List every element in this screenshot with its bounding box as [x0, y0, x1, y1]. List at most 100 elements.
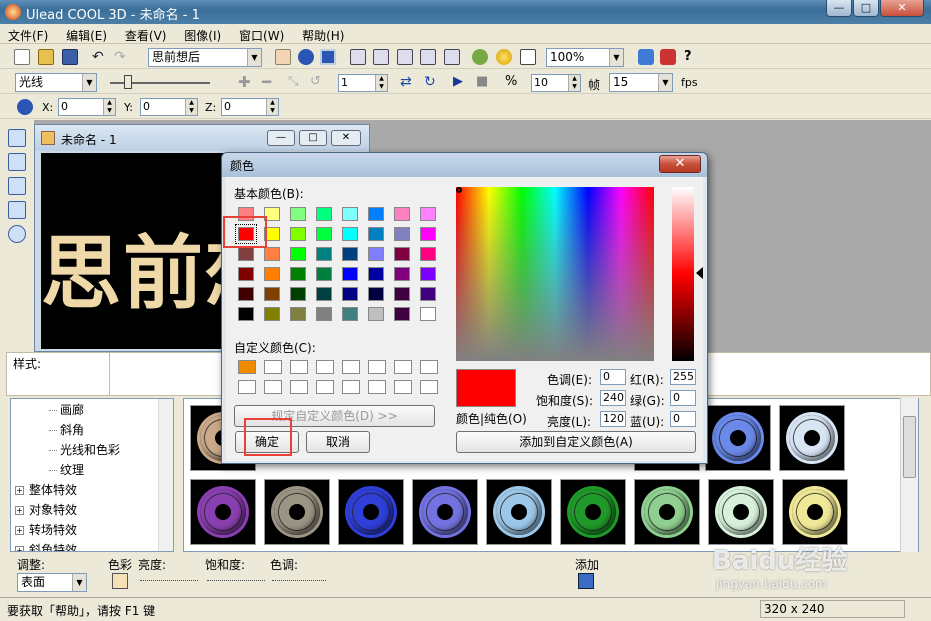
basic-color-swatch[interactable] — [290, 307, 306, 321]
basic-color-swatch[interactable] — [394, 267, 410, 281]
basic-color-swatch[interactable] — [316, 247, 332, 261]
basic-color-swatch[interactable] — [342, 227, 358, 241]
tree-expand-icon[interactable]: + — [15, 546, 24, 551]
basic-color-swatch[interactable] — [420, 207, 436, 221]
basic-color-swatch[interactable] — [238, 307, 254, 321]
custom-color-swatch[interactable] — [316, 360, 334, 374]
custom-color-swatch[interactable] — [264, 380, 282, 394]
quality-icon[interactable] — [520, 49, 536, 65]
tree-item[interactable]: + 整体特效 — [15, 481, 77, 498]
gear-preset-thumbnail[interactable] — [634, 479, 700, 545]
gear-preset-thumbnail[interactable] — [782, 479, 848, 545]
help-pointer-icon[interactable]: ? — [684, 49, 700, 65]
basic-color-swatch[interactable] — [238, 267, 254, 281]
custom-color-swatch[interactable] — [394, 380, 412, 394]
luminance-bar[interactable] — [672, 187, 694, 361]
menu-view[interactable]: 查看(V) — [117, 24, 173, 44]
undo-icon[interactable]: ↶ — [92, 49, 108, 65]
reverse-icon[interactable]: ↺ — [310, 74, 326, 90]
custom-color-swatch[interactable] — [368, 360, 386, 374]
saturation-field[interactable]: 240 — [600, 390, 626, 406]
basic-color-swatch[interactable] — [394, 307, 410, 321]
menu-file[interactable]: 文件(F) — [0, 24, 54, 44]
view-back-icon[interactable] — [373, 49, 389, 65]
basic-color-swatch[interactable] — [316, 227, 332, 241]
hue-field[interactable]: 0 — [600, 369, 626, 385]
custom-color-swatch[interactable] — [290, 380, 308, 394]
gear-preset-thumbnail[interactable] — [412, 479, 478, 545]
close-button[interactable]: ✕ — [880, 0, 924, 17]
basic-color-swatch[interactable] — [342, 287, 358, 301]
menu-window[interactable]: 窗口(W) — [231, 24, 290, 44]
basic-color-swatch[interactable] — [290, 227, 306, 241]
menu-help[interactable]: 帮助(H) — [294, 24, 350, 44]
basic-color-swatch[interactable] — [368, 267, 384, 281]
gallery-scroll-thumb[interactable] — [903, 416, 916, 478]
mode-select[interactable]: 光线 ▼ — [15, 73, 97, 92]
object-list-icon[interactable] — [8, 225, 26, 243]
gallery-scrollbar[interactable] — [900, 398, 918, 552]
custom-color-swatch[interactable] — [342, 380, 360, 394]
add-keyframe-icon[interactable]: ✚ — [238, 74, 254, 90]
basic-color-swatch[interactable] — [342, 247, 358, 261]
basic-color-swatch[interactable] — [368, 227, 384, 241]
basic-color-swatch[interactable] — [316, 267, 332, 281]
frames-field[interactable]: 10 ▲ ▼ — [531, 74, 581, 92]
zoom-select[interactable]: 100% ▼ — [546, 48, 624, 67]
gear-preset-thumbnail[interactable] — [708, 479, 774, 545]
gear-preset-thumbnail[interactable] — [190, 479, 256, 545]
gear-preset-thumbnail[interactable] — [779, 405, 845, 471]
play-icon[interactable]: ▶ — [453, 74, 469, 90]
basic-color-swatch[interactable] — [368, 287, 384, 301]
remove-keyframe-icon[interactable]: ━ — [262, 74, 278, 90]
saturation-slider[interactable] — [207, 579, 265, 581]
cancel-button[interactable]: 取消 — [306, 431, 370, 453]
view-left-icon[interactable] — [397, 49, 413, 65]
color-swatch-button[interactable] — [112, 573, 128, 589]
doc-close-button[interactable]: ✕ — [331, 130, 361, 146]
z-field[interactable]: 0 ▲ ▼ — [221, 98, 279, 116]
menu-edit[interactable]: 编辑(E) — [58, 24, 113, 44]
gear-preset-thumbnail[interactable] — [705, 405, 771, 471]
basic-color-swatch[interactable] — [420, 227, 436, 241]
redo-icon[interactable]: ↷ — [114, 49, 130, 65]
basic-color-swatch[interactable] — [368, 207, 384, 221]
template-select[interactable]: 思前想后 ▼ — [148, 48, 262, 67]
plugin-icon[interactable] — [638, 49, 654, 65]
loop-icon[interactable]: ⇄ — [400, 74, 416, 90]
move-object-icon[interactable] — [17, 99, 33, 115]
custom-color-swatch[interactable] — [238, 380, 256, 394]
basic-color-swatch[interactable] — [290, 247, 306, 261]
luminance-field[interactable]: 120 — [600, 411, 626, 427]
custom-color-swatch[interactable] — [316, 380, 334, 394]
gear-preset-thumbnail[interactable] — [338, 479, 404, 545]
tree-item[interactable]: 光线和色彩 — [49, 441, 120, 458]
custom-color-swatch[interactable] — [368, 380, 386, 394]
doc-minimize-button[interactable]: — — [267, 130, 295, 146]
tree-item[interactable]: 纹理 — [49, 461, 84, 478]
spin-arrows-icon[interactable]: ▲ ▼ — [103, 99, 115, 115]
spin-arrows-icon[interactable]: ▲ ▼ — [185, 99, 197, 115]
repeat-icon[interactable]: ↻ — [424, 74, 440, 90]
custom-color-swatch[interactable] — [264, 360, 282, 374]
y-field[interactable]: 0 ▲ ▼ — [140, 98, 198, 116]
tree-expand-icon[interactable]: + — [15, 526, 24, 535]
gear-preset-thumbnail[interactable] — [264, 479, 330, 545]
tree-item[interactable]: 画廊 — [49, 401, 84, 418]
tree-expand-icon[interactable]: + — [15, 486, 24, 495]
basic-color-swatch[interactable] — [238, 247, 254, 261]
menu-image[interactable]: 图像(I) — [176, 24, 227, 44]
basic-color-swatch[interactable] — [290, 267, 306, 281]
custom-color-swatch[interactable] — [394, 360, 412, 374]
basic-color-swatch[interactable] — [342, 207, 358, 221]
split-icon[interactable]: ⤡ — [288, 74, 304, 90]
tree-expand-icon[interactable]: + — [15, 506, 24, 515]
basic-color-swatch[interactable] — [368, 307, 384, 321]
view-top-icon[interactable] — [444, 49, 460, 65]
hand-icon[interactable] — [275, 49, 291, 65]
tree-item[interactable]: + 斜角特效 — [15, 541, 77, 551]
spin-arrows-icon[interactable]: ▲ ▼ — [568, 75, 580, 91]
tree-item[interactable]: + 对象特效 — [15, 501, 77, 518]
x-field[interactable]: 0 ▲ ▼ — [58, 98, 116, 116]
basic-color-swatch[interactable] — [394, 247, 410, 261]
